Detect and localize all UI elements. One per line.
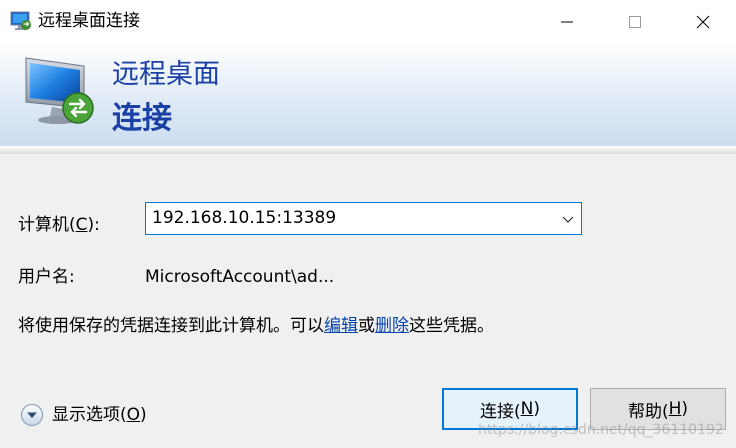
- username-value: MicrosoftAccount\ad...: [145, 267, 335, 287]
- info-text-before: 将使用保存的凭据连接到此计算机。可以: [18, 316, 324, 336]
- connect-accesskey: N: [520, 399, 534, 419]
- computer-input[interactable]: 192.168.10.15:13389: [152, 206, 336, 230]
- info-text-middle: 或: [358, 316, 375, 336]
- close-icon: [696, 15, 710, 28]
- banner-separator: [0, 146, 736, 154]
- credentials-info: 将使用保存的凭据连接到此计算机。可以编辑或删除这些凭据。: [18, 314, 494, 338]
- computer-label: 计算机(C):: [18, 213, 100, 237]
- close-button[interactable]: [668, 0, 736, 43]
- computer-label-accesskey: C: [75, 215, 88, 235]
- watermark: https://blog.csdn.net/qq_36110192: [478, 422, 724, 438]
- computer-label-suffix: ):: [87, 215, 100, 235]
- show-options-prefix: 显示选项(: [52, 405, 127, 425]
- edit-credentials-link[interactable]: 编辑: [324, 316, 358, 336]
- title-bar: 远程桌面连接: [0, 0, 736, 43]
- minimize-icon: [561, 21, 573, 22]
- delete-credentials-link[interactable]: 删除: [375, 316, 409, 336]
- expand-circle-icon[interactable]: [20, 403, 44, 427]
- show-options-accesskey: O: [126, 405, 141, 425]
- show-options-label[interactable]: 显示选项(O): [52, 403, 147, 427]
- banner-title-line1: 远程桌面: [112, 59, 220, 90]
- header-banner: [0, 43, 736, 146]
- remote-desktop-monitor-icon: [25, 57, 94, 124]
- maximize-button[interactable]: [600, 0, 670, 43]
- username-label: 用户名:: [18, 267, 75, 287]
- window-title: 远程桌面连接: [38, 11, 140, 31]
- show-options-suffix: ): [140, 405, 147, 425]
- info-text-after: 这些凭据。: [409, 316, 494, 336]
- minimize-button[interactable]: [532, 0, 602, 43]
- maximize-icon: [629, 15, 641, 28]
- connect-prefix: 连接(: [480, 401, 521, 422]
- computer-combobox[interactable]: 192.168.10.15:13389: [145, 202, 582, 235]
- help-suffix: ): [681, 399, 689, 419]
- computer-label-prefix: 计算机(: [18, 215, 76, 235]
- help-accesskey: H: [668, 399, 682, 419]
- connect-suffix: ): [533, 399, 540, 419]
- help-prefix: 帮助(: [627, 401, 669, 422]
- remote-desktop-icon: [10, 11, 31, 30]
- banner-title-line2: 连接: [112, 101, 172, 136]
- chevron-down-icon[interactable]: [561, 212, 575, 226]
- show-options-toggle[interactable]: 显示选项(O): [20, 402, 147, 428]
